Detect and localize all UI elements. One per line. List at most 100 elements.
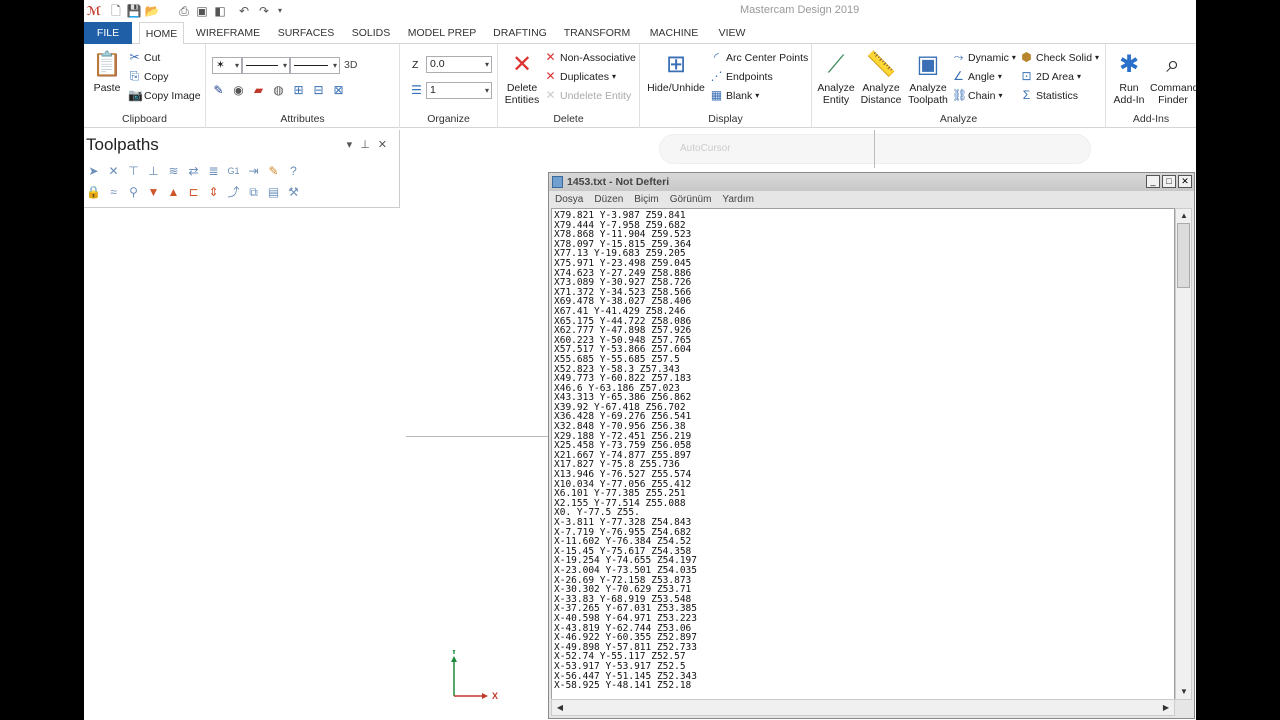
select-dirty-icon[interactable]: ⊥ (146, 164, 161, 179)
tab-view[interactable]: VIEW (712, 22, 752, 44)
statistics-button[interactable]: Σ Statistics (1020, 89, 1078, 102)
scroll-down-icon[interactable]: ▼ (1178, 686, 1190, 698)
command-finder-button[interactable]: ⌕ Command Finder (1150, 50, 1196, 106)
undo-icon[interactable]: ↶ (236, 3, 252, 19)
angle-button[interactable]: ∠ Angle ▾ (952, 70, 1002, 83)
save-as-icon[interactable]: ▣ (194, 3, 210, 19)
notepad-title-bar[interactable]: 1453.txt - Not Defteri _ □ ✕ (549, 173, 1194, 191)
notepad-menu-item[interactable]: Düzen (594, 191, 623, 208)
display-options-icon[interactable]: ⧉ (246, 185, 261, 200)
chain-button[interactable]: ⛓ Chain ▾ (952, 89, 1002, 102)
copy-button[interactable]: ⎘ Copy (128, 70, 169, 83)
insert-arrow-icon[interactable]: ⊏ (186, 185, 201, 200)
pin-icon[interactable]: ⊥ (360, 139, 378, 151)
maximize-icon[interactable]: □ (1162, 175, 1176, 188)
blank-button[interactable]: ▦ Blank ▾ (710, 89, 759, 102)
scroll-up-icon[interactable]: ▲ (1178, 210, 1190, 222)
save-icon[interactable]: 💾 (126, 3, 142, 19)
panel-menu-icon[interactable]: ▾ (347, 139, 361, 151)
check-solid-button[interactable]: ⬢ Check Solid ▾ (1020, 51, 1099, 64)
point-style-select[interactable]: ✶ ▾ (212, 57, 242, 74)
level-input[interactable]: 1 ▾ (426, 82, 492, 99)
verify-icon[interactable]: ✎ (266, 164, 281, 179)
toggle-display-icon[interactable]: ≈ (106, 185, 121, 200)
backplot-icon[interactable]: ≣ (206, 164, 221, 179)
set-all-icon[interactable]: ⊟ (312, 84, 325, 97)
autocursor-toolbar[interactable]: AutoCursor (659, 134, 1091, 164)
z-depth-input[interactable]: 0.0 ▾ (426, 56, 492, 73)
material-icon[interactable]: ◍ (272, 84, 285, 97)
duplicates-button[interactable]: ✕ Duplicates ▾ (544, 70, 616, 83)
delete-entities-button[interactable]: ✕ Delete Entities (502, 50, 542, 106)
non-associative-button[interactable]: ✕ Non-Associative (544, 51, 635, 64)
line-width-select[interactable]: ▾ (290, 57, 340, 74)
tab-home[interactable]: HOME (139, 22, 184, 45)
show-selected-icon[interactable]: ⤴ (226, 185, 241, 200)
close-icon[interactable]: ✕ (378, 139, 395, 151)
tab-drafting[interactable]: DRAFTING (488, 22, 552, 44)
regenerate-icon[interactable]: ≋ (166, 164, 181, 179)
deselect-icon[interactable]: ✕ (106, 164, 121, 179)
tab-model-prep[interactable]: MODEL PREP (406, 22, 478, 44)
g1-icon[interactable]: G1 (226, 164, 241, 179)
help-icon[interactable]: ? (286, 164, 301, 179)
analyze-distance-button[interactable]: 📏 Analyze Distance (858, 50, 904, 106)
notepad-menu-item[interactable]: Biçim (634, 191, 658, 208)
tab-transform[interactable]: TRANSFORM (560, 22, 634, 44)
hide-unhide-button[interactable]: ⊞ Hide/Unhide (644, 50, 708, 94)
redo-icon[interactable]: ↷ (256, 3, 272, 19)
move-down-icon[interactable]: ▼ (146, 185, 161, 200)
notepad-menu-item[interactable]: Görünüm (670, 191, 712, 208)
select-failed-icon[interactable]: ⊤ (126, 164, 141, 179)
toolpaths-tree[interactable] (84, 207, 400, 720)
move-up-icon[interactable]: ▲ (166, 185, 181, 200)
sigma-icon: Σ (1022, 88, 1031, 102)
new-file-icon[interactable]: 🗋 (108, 3, 124, 19)
close-icon[interactable]: ✕ (1178, 175, 1192, 188)
print-icon[interactable]: ⎙ (176, 3, 192, 19)
minimize-icon[interactable]: _ (1146, 175, 1160, 188)
notepad-menu-item[interactable]: Yardım (722, 191, 754, 208)
scroll-right-icon[interactable]: ▶ (1160, 702, 1172, 714)
run-addin-button[interactable]: ✱ Run Add-In (1108, 50, 1150, 106)
undelete-entity-button[interactable]: ✕ Undelete Entity (544, 89, 631, 102)
analyze-entity-button[interactable]: ⟋ Analyze Entity (814, 50, 858, 106)
fill-color-icon[interactable]: ◉ (232, 84, 245, 97)
lock-icon[interactable]: 🔒 (86, 185, 101, 200)
cut-button[interactable]: ✂ Cut (128, 51, 160, 64)
tab-surfaces[interactable]: SURFACES (274, 22, 338, 44)
scroll-to-insert-icon[interactable]: ⇕ (206, 185, 221, 200)
2d-area-button[interactable]: ⊡ 2D Area ▾ (1020, 70, 1081, 83)
tool-manager-icon[interactable]: ⚒ (286, 185, 301, 200)
tab-file[interactable]: FILE (84, 22, 132, 44)
notepad-menu-item[interactable]: Dosya (555, 191, 583, 208)
3d-mode-toggle[interactable]: 3D (344, 59, 357, 71)
notepad-text-area[interactable]: X79.821 Y-3.987 Z59.841 X79.444 Y-7.958 Z… (551, 208, 1175, 700)
vertical-scrollbar[interactable]: ▲ ▼ (1175, 208, 1192, 700)
tab-machine[interactable]: MACHINE (644, 22, 704, 44)
tab-solids[interactable]: SOLIDS (346, 22, 396, 44)
select-all-icon[interactable]: ➤ (86, 164, 101, 179)
arc-center-points-button[interactable]: ◜ Arc Center Points (710, 51, 808, 64)
analyze-toolpath-button[interactable]: ▣ Analyze Toolpath (906, 50, 950, 106)
line-color-icon[interactable]: ✎ (212, 84, 225, 97)
scrollbar-thumb[interactable] (1177, 223, 1190, 288)
open-folder-icon[interactable]: 📂 (144, 3, 160, 19)
post-icon[interactable]: ⇥ (246, 164, 261, 179)
reset-attributes-icon[interactable]: ⊠ (332, 84, 345, 97)
toolpath-group-icon[interactable]: ▤ (266, 185, 281, 200)
tab-wireframe[interactable]: WIREFRAME (192, 22, 264, 44)
solid-color-icon[interactable]: ▰ (252, 84, 265, 97)
horizontal-scrollbar[interactable]: ◀ ▶ (551, 699, 1175, 716)
paste-button[interactable]: 📋 Paste (90, 50, 124, 94)
clear-color-icon[interactable]: ⊞ (292, 84, 305, 97)
copy-image-button[interactable]: 📷 Copy Image (128, 89, 201, 102)
merge-icon[interactable]: ◧ (212, 3, 228, 19)
customize-quick-access-icon[interactable]: ▾ (272, 3, 288, 19)
line-style-select[interactable]: ▾ (242, 57, 290, 74)
regenerate-dirty-icon[interactable]: ⇄ (186, 164, 201, 179)
endpoints-button[interactable]: ⋰ Endpoints (710, 70, 773, 83)
dynamic-button[interactable]: ⤳ Dynamic ▾ (952, 51, 1016, 64)
scroll-left-icon[interactable]: ◀ (554, 702, 566, 714)
toggle-posting-icon[interactable]: ⚲ (126, 185, 141, 200)
